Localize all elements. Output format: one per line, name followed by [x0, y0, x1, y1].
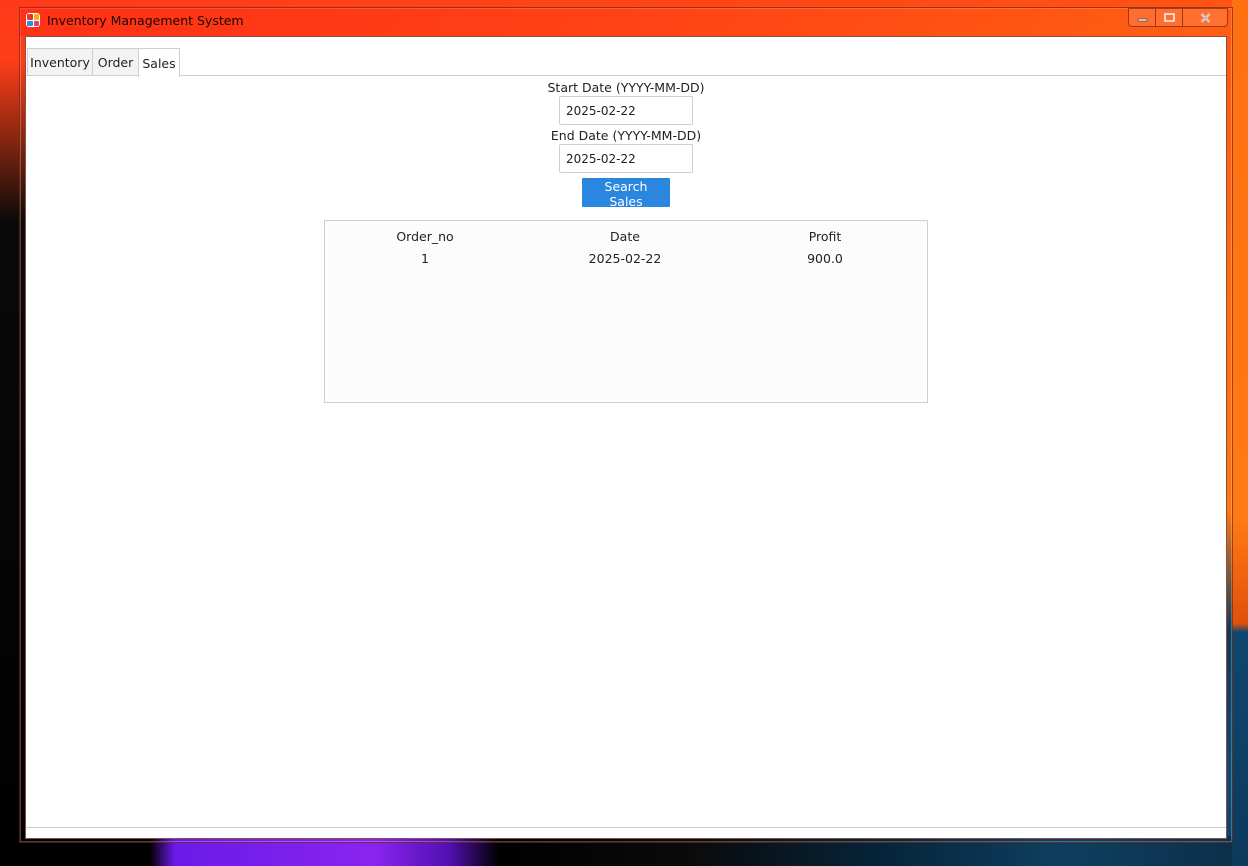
minimize-button[interactable]	[1128, 8, 1155, 27]
table-header: Order_no Date Profit	[325, 229, 927, 244]
end-date-label: End Date (YYYY-MM-DD)	[550, 128, 702, 143]
start-date-input[interactable]	[559, 96, 693, 125]
status-divider	[26, 827, 1226, 828]
column-header-profit[interactable]: Profit	[725, 229, 925, 244]
profit-cell: 900.0	[807, 251, 843, 266]
app-grid-icon[interactable]	[26, 13, 40, 27]
sales-results-table[interactable]: Order_no Date Profit 1 2025-02-22 900.0	[324, 220, 928, 403]
desktop-right-strip	[1232, 0, 1248, 866]
close-button[interactable]	[1182, 8, 1228, 27]
end-date-input[interactable]	[559, 144, 693, 173]
column-header-date[interactable]: Date	[525, 229, 725, 244]
close-icon	[1200, 12, 1210, 23]
app-window: Inventory Management System Inventory Or…	[19, 7, 1233, 843]
maximize-icon	[1163, 13, 1175, 22]
start-date-label: Start Date (YYYY-MM-DD)	[547, 80, 705, 95]
window-client-area: Inventory Order Sales Start Date (YYYY-M…	[25, 36, 1227, 839]
title-bar[interactable]: Inventory Management System	[20, 8, 1232, 36]
date-cell: 2025-02-22	[588, 251, 662, 266]
tab-bar: Inventory Order Sales	[26, 47, 1226, 77]
order-no-cell: 1	[421, 251, 429, 266]
tab-inventory[interactable]: Inventory	[27, 48, 93, 75]
search-sales-button[interactable]: Search Sales	[582, 178, 670, 209]
column-header-order-no[interactable]: Order_no	[325, 229, 525, 244]
window-controls	[1128, 8, 1228, 27]
table-row[interactable]: 1 2025-02-22 900.0	[325, 251, 927, 266]
minimize-icon	[1137, 18, 1147, 21]
tab-order[interactable]: Order	[92, 48, 139, 75]
window-title: Inventory Management System	[47, 13, 244, 28]
maximize-button[interactable]	[1155, 8, 1182, 27]
tab-sales[interactable]: Sales	[138, 48, 180, 77]
